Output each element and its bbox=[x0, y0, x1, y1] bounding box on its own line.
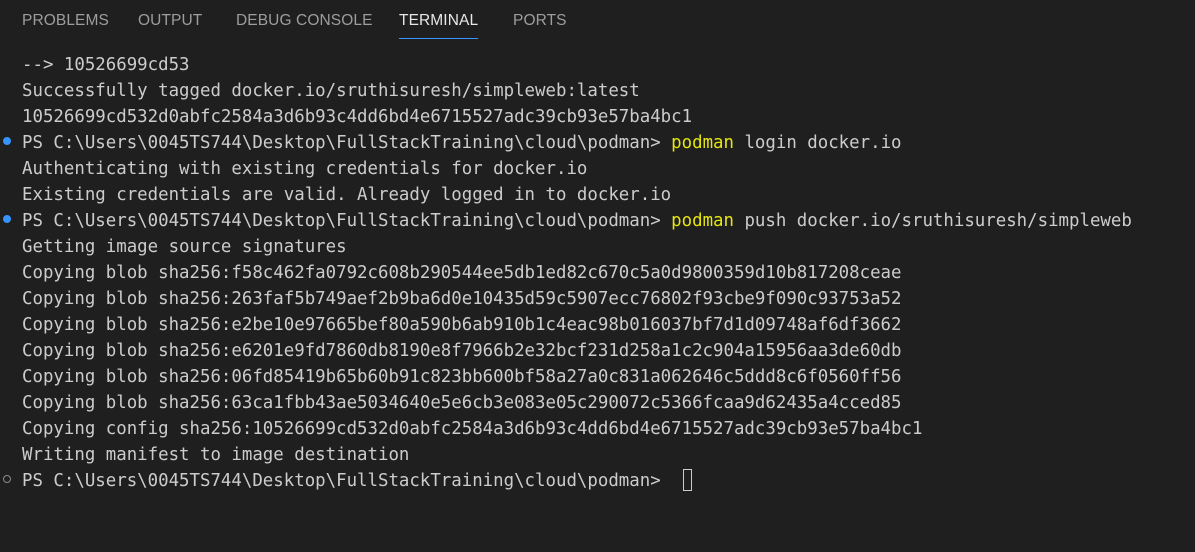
output-line: Copying blob sha256:e2be10e97665bef80a59… bbox=[22, 315, 902, 335]
terminal-output[interactable]: --> 10526699cd53 Successfully tagged doc… bbox=[0, 52, 1195, 552]
tab-ports[interactable]: PORTS bbox=[513, 0, 567, 38]
output-line: 10526699cd532d0abfc2584a3d6b93c4dd6bd4e6… bbox=[22, 107, 693, 127]
output-line: Copying config sha256:10526699cd532d0abf… bbox=[22, 419, 923, 439]
command-name: podman bbox=[671, 133, 734, 153]
output-line: Copying blob sha256:63ca1fbb43ae5034640e… bbox=[22, 393, 902, 413]
prompt-line: PS C:\Users\0045TS744\Desktop\FullStackT… bbox=[22, 130, 902, 156]
command-pending-decoration[interactable] bbox=[3, 475, 11, 483]
output-line: Copying blob sha256:06fd85419b65b60b91c8… bbox=[22, 367, 902, 387]
terminal-panel: PROBLEMS OUTPUT DEBUG CONSOLE TERMINAL P… bbox=[0, 0, 1195, 552]
tab-output[interactable]: OUTPUT bbox=[138, 0, 202, 38]
output-line: Copying blob sha256:e6201e9fd7860db8190e… bbox=[22, 341, 902, 361]
output-line: --> 10526699cd53 bbox=[22, 55, 190, 75]
prompt-line: PS C:\Users\0045TS744\Desktop\FullStackT… bbox=[22, 208, 1132, 234]
command-name: podman bbox=[671, 211, 734, 231]
command-success-decoration[interactable] bbox=[3, 137, 11, 145]
panel-tab-bar: PROBLEMS OUTPUT DEBUG CONSOLE TERMINAL P… bbox=[0, 0, 1195, 42]
output-line: Copying blob sha256:263faf5b749aef2b9ba6… bbox=[22, 289, 902, 309]
prompt-text: PS C:\Users\0045TS744\Desktop\FullStackT… bbox=[22, 133, 672, 153]
command-args: push docker.io/sruthisuresh/simpleweb bbox=[733, 211, 1132, 231]
prompt-line: PS C:\Users\0045TS744\Desktop\FullStackT… bbox=[22, 468, 693, 494]
output-line: Existing credentials are valid. Already … bbox=[22, 185, 672, 205]
command-success-decoration[interactable] bbox=[3, 215, 11, 223]
output-line: Authenticating with existing credentials… bbox=[22, 159, 588, 179]
output-line: Copying blob sha256:f58c462fa0792c608b29… bbox=[22, 263, 902, 283]
tab-terminal[interactable]: TERMINAL bbox=[399, 0, 479, 39]
tab-debug-console[interactable]: DEBUG CONSOLE bbox=[236, 0, 373, 38]
output-line: Writing manifest to image destination bbox=[22, 445, 410, 465]
terminal-cursor bbox=[683, 469, 693, 491]
output-line: Getting image source signatures bbox=[22, 237, 347, 257]
tab-problems[interactable]: PROBLEMS bbox=[22, 0, 109, 38]
prompt-text: PS C:\Users\0045TS744\Desktop\FullStackT… bbox=[22, 211, 672, 231]
prompt-text: PS C:\Users\0045TS744\Desktop\FullStackT… bbox=[22, 471, 672, 491]
command-args: login docker.io bbox=[733, 133, 902, 153]
output-line: Successfully tagged docker.io/sruthisure… bbox=[22, 81, 640, 101]
